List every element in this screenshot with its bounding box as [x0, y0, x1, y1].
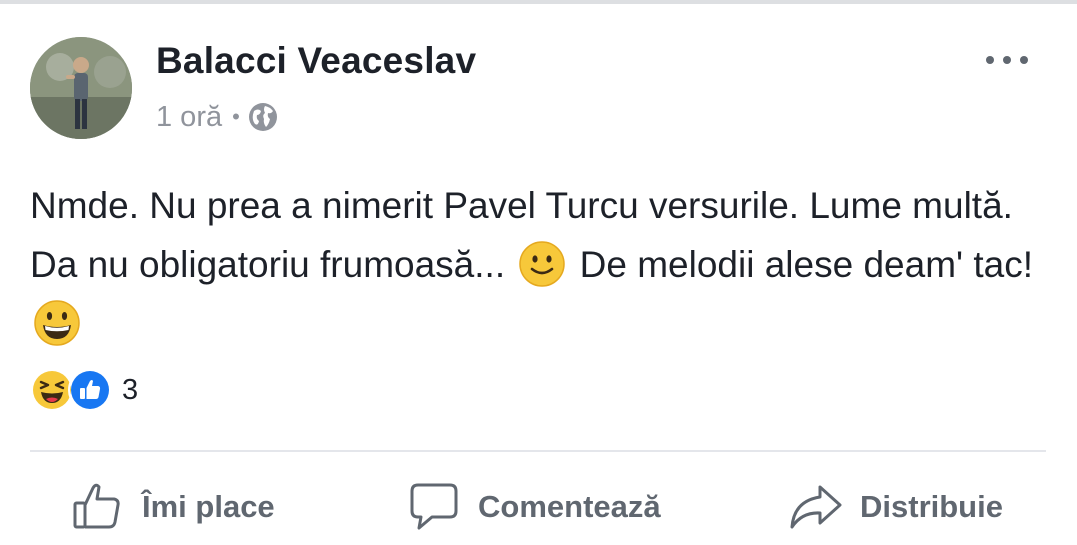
slightly-smiling-face-icon [518, 240, 566, 288]
post-actions-bar: Îmi place Comentează Distribuie [0, 475, 1077, 539]
like-reaction-icon [68, 368, 112, 412]
share-arrow-icon [790, 485, 842, 529]
like-button-label: Îmi place [142, 489, 275, 524]
comment-icon [410, 483, 458, 530]
more-icon [986, 56, 1028, 64]
meta-separator: • [232, 104, 240, 129]
comment-button[interactable]: Comentează [406, 475, 661, 539]
grinning-face-icon [33, 299, 81, 347]
post-text-part2: De melodii alese deam' tac! [579, 244, 1033, 285]
author-name[interactable]: Balacci Veaceslav [156, 40, 476, 82]
avatar-photo [30, 37, 132, 139]
reactions-count: 3 [122, 373, 139, 406]
thumbs-up-icon [73, 483, 120, 529]
like-button[interactable]: Îmi place [70, 475, 275, 539]
post-time[interactable]: 1 oră [156, 101, 222, 134]
more-options-button[interactable] [978, 45, 1036, 75]
share-button[interactable]: Distribuie [788, 475, 1003, 539]
reactions-summary[interactable]: 3 [30, 368, 138, 412]
post-meta: 1 oră • [156, 99, 278, 135]
actions-divider [30, 450, 1046, 452]
globe-icon[interactable] [248, 102, 278, 132]
share-button-label: Distribuie [860, 489, 1003, 524]
post-text: Nmde. Nu prea a nimerit Pavel Turcu vers… [30, 176, 1040, 353]
comment-button-label: Comentează [478, 489, 661, 524]
avatar[interactable] [30, 37, 132, 139]
top-border [0, 0, 1077, 4]
